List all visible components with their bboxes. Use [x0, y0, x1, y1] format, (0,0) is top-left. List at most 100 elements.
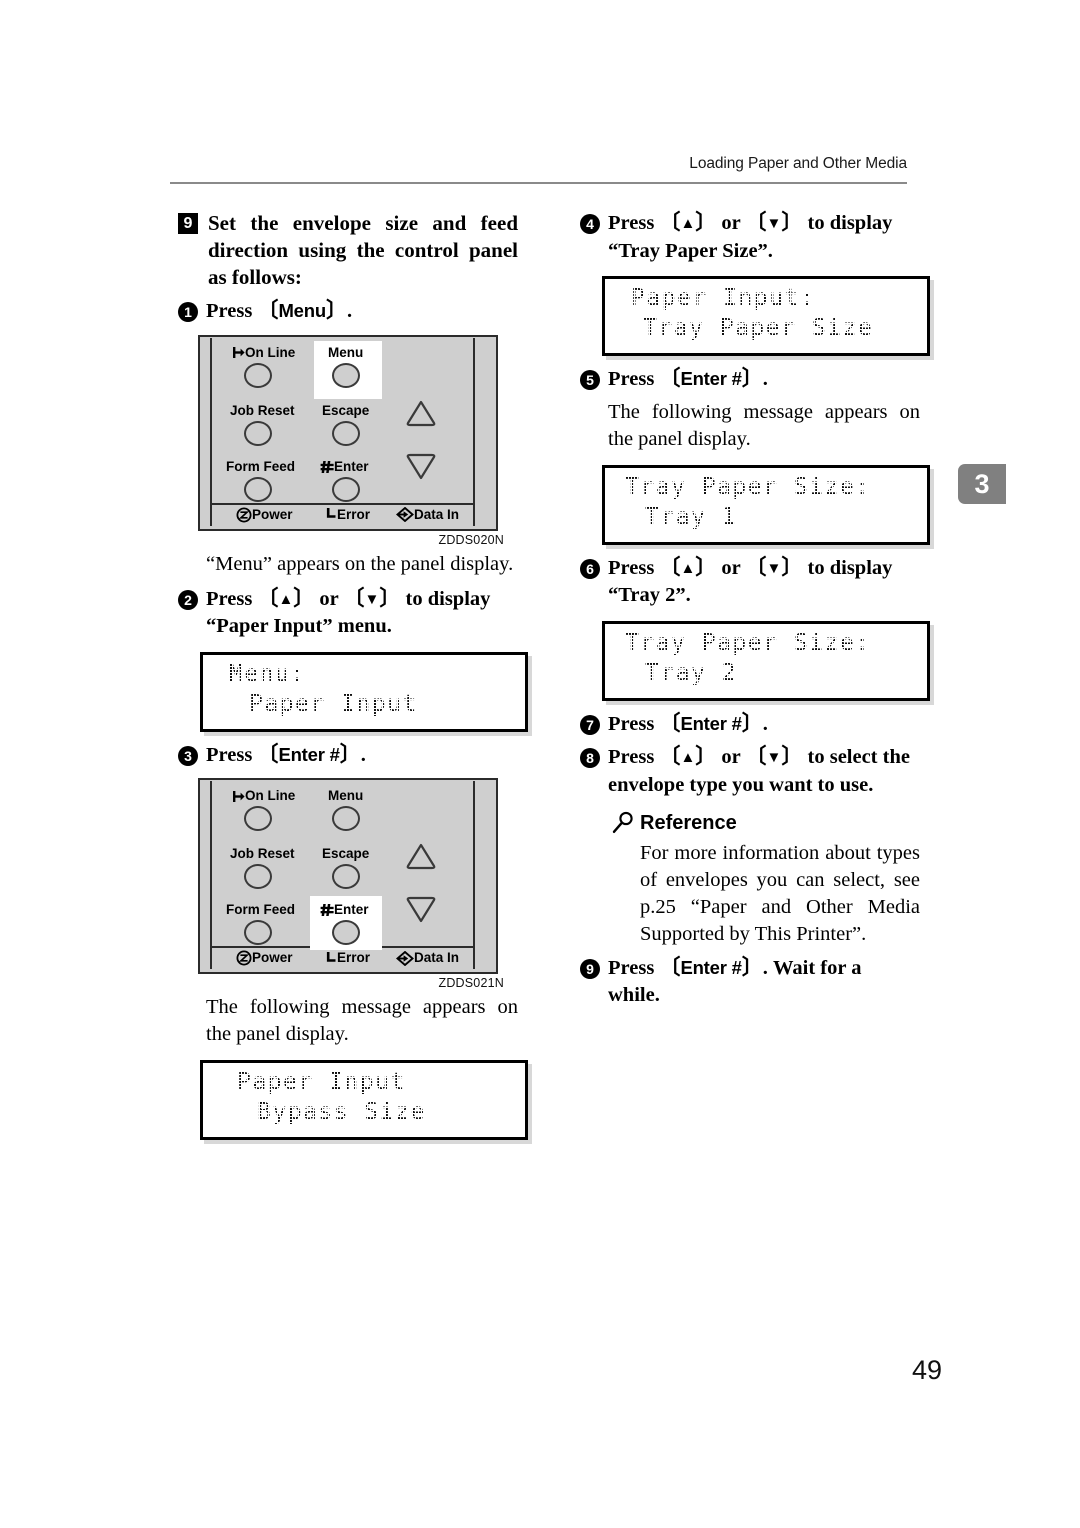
- header-divider: [170, 182, 907, 184]
- step-2-press-arrows: 2 Press 〔▲〕 or 〔▼〕 to display “Paper Inp…: [178, 586, 518, 640]
- note-following-message-1: The following message appears on the pan…: [206, 996, 518, 1045]
- down-triangle-icon[interactable]: [404, 896, 438, 924]
- on-line-icon: [233, 347, 245, 359]
- key-enter-label: Enter #: [680, 712, 742, 734]
- step-5-post: .: [762, 368, 768, 390]
- bracket-close-icon: 〕: [695, 211, 717, 234]
- bracket-close-icon: 〕: [695, 745, 717, 768]
- key-enter-label: Enter #: [278, 743, 340, 765]
- lcd-display-menu-paper-input: Menu: Paper Input: [200, 651, 528, 732]
- down-arrow-key-icon: ▼: [766, 559, 782, 577]
- step-marker-8: 8: [580, 748, 600, 768]
- step-3-post: .: [360, 743, 366, 766]
- step-3-pre: Press: [206, 743, 253, 766]
- down-arrow-key-icon: ▼: [766, 749, 782, 766]
- bracket-close-icon: 〕: [781, 555, 803, 579]
- step-2-pre: Press: [206, 587, 253, 610]
- lcd-line-2: Paper Input: [249, 690, 418, 717]
- lcd-display-tray-paper-size-tray1: Tray Paper Size: Tray 1: [602, 464, 930, 545]
- button-enter[interactable]: [332, 920, 360, 945]
- up-arrow-key-icon: ▲: [278, 590, 294, 608]
- step-2-line2: “Paper Input” menu.: [206, 615, 392, 637]
- up-arrow-key-icon: ▲: [680, 749, 696, 766]
- key-formfeed-label: Form Feed: [226, 902, 296, 917]
- key-jobreset-label: Job Reset: [230, 402, 295, 418]
- step-4-press-arrows: 4 Press 〔▲〕 or 〔▼〕 to display “Tray Pape…: [580, 210, 920, 264]
- step-8-line2: envelope type you want to use.: [608, 773, 874, 796]
- bracket-close-icon: 〕: [339, 742, 361, 766]
- step-6-press-arrows: 6 Press 〔▲〕 or 〔▼〕 to display “Tray 2”.: [580, 555, 920, 609]
- button-job-reset[interactable]: [244, 420, 272, 446]
- lcd-line-1: Paper Input: [237, 1069, 406, 1095]
- step-4-post: to display: [807, 212, 893, 234]
- data-in-icon: [396, 950, 414, 966]
- step-9b-line2: while.: [608, 983, 660, 1006]
- key-enter-label: Enter: [320, 902, 369, 917]
- button-online[interactable]: [244, 806, 272, 831]
- step-6-or: or: [721, 556, 741, 579]
- key-enter-label: Enter #: [680, 368, 742, 389]
- step-6-post: to display: [807, 556, 893, 579]
- bracket-open-icon: 〔: [659, 745, 681, 768]
- step-9-major: 9 Set the envelope size and feed directi…: [178, 210, 518, 291]
- button-escape[interactable]: [332, 864, 360, 889]
- bracket-open-icon: 〔: [659, 367, 681, 390]
- button-enter[interactable]: [332, 476, 360, 502]
- bracket-open-icon: 〔: [745, 555, 767, 579]
- step-7-press-enter: 7 Press 〔Enter #〕.: [580, 711, 920, 738]
- lcd-line-2: Tray 2: [645, 659, 738, 686]
- bracket-close-icon: 〕: [741, 956, 763, 979]
- key-formfeed-label: Form Feed: [226, 458, 296, 474]
- on-line-icon: [233, 790, 245, 802]
- step-7-post: .: [762, 712, 768, 735]
- right-column: 4 Press 〔▲〕 or 〔▼〕 to display “Tray Pape…: [580, 203, 930, 1013]
- hash-icon: [320, 460, 334, 473]
- key-jobreset-label: Job Reset: [230, 846, 295, 861]
- step-marker-9: 9: [178, 213, 198, 234]
- up-triangle-icon[interactable]: [404, 399, 438, 427]
- key-enter-label: Enter: [320, 459, 369, 474]
- bracket-open-icon: 〔: [343, 586, 365, 610]
- step-6-line2: “Tray 2”.: [608, 584, 691, 606]
- indicator-error-label: Error: [326, 507, 370, 523]
- step-9b-pre: Press: [608, 957, 655, 979]
- step-4-pre: Press: [608, 212, 655, 234]
- button-form-feed[interactable]: [244, 920, 272, 945]
- button-job-reset[interactable]: [244, 864, 272, 889]
- button-menu[interactable]: [332, 362, 360, 388]
- button-form-feed[interactable]: [244, 476, 272, 502]
- bracket-close-icon: 〕: [293, 586, 315, 610]
- bracket-close-icon: 〕: [325, 299, 347, 322]
- lcd-display-paper-input-bypass: Paper Input Bypass Size: [200, 1060, 528, 1140]
- bracket-open-icon: 〔: [745, 745, 767, 768]
- bracket-open-icon: 〔: [659, 555, 681, 579]
- button-menu[interactable]: [332, 806, 360, 831]
- step-4-line2: “Tray Paper Size”.: [608, 239, 773, 262]
- step-8-post: to select the: [807, 746, 910, 768]
- reference-body-text: For more information about types of enve…: [640, 842, 920, 945]
- key-enter-label: Enter #: [680, 957, 742, 978]
- error-icon: [326, 508, 336, 519]
- step-8-or: or: [721, 746, 741, 768]
- up-triangle-icon[interactable]: [404, 842, 438, 870]
- up-arrow-key-icon: ▲: [680, 559, 696, 577]
- power-icon: [236, 507, 252, 523]
- key-escape-label: Escape: [322, 402, 370, 418]
- power-icon: [236, 950, 252, 966]
- up-arrow-key-icon: ▲: [680, 215, 696, 232]
- indicator-datain-label: Data In: [396, 507, 459, 523]
- lcd-display-tray-paper-size-tray2: Tray Paper Size: Tray 2: [602, 620, 930, 701]
- page-header: Loading Paper and Other Media: [170, 155, 907, 185]
- note-menu-appears: “Menu” appears on the panel display.: [206, 552, 514, 575]
- reference-heading-label: Reference: [640, 812, 737, 834]
- indicator-error-label: Error: [326, 950, 370, 966]
- step-marker-2: 2: [178, 589, 198, 610]
- down-triangle-icon[interactable]: [404, 453, 438, 481]
- button-online[interactable]: [244, 362, 272, 388]
- error-icon: [326, 951, 336, 962]
- button-escape[interactable]: [332, 420, 360, 446]
- step-marker-4: 4: [580, 214, 600, 234]
- key-menu-label: Menu: [278, 300, 326, 321]
- step-9-press-enter-wait: 9 Press 〔Enter #〕. Wait for a while.: [580, 955, 920, 1008]
- lcd-display-paper-input-tray-paper-size: Paper Input: Tray Paper Size: [602, 276, 930, 356]
